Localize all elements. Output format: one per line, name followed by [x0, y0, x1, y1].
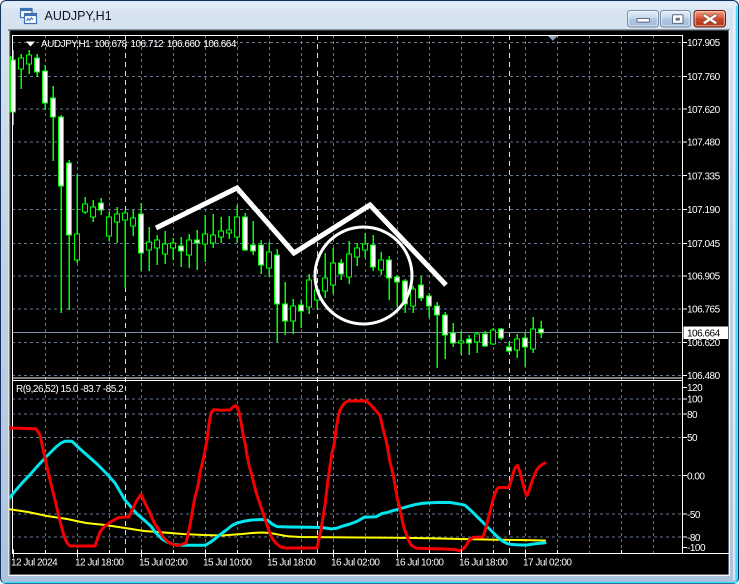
svg-text:106.905: 106.905 [687, 272, 721, 283]
svg-text:16 Jul 18:00: 16 Jul 18:00 [459, 558, 508, 569]
svg-text:0.00: 0.00 [687, 471, 705, 482]
svg-text:106.664: 106.664 [687, 329, 721, 340]
svg-text:15 Jul 10:00: 15 Jul 10:00 [203, 558, 252, 569]
svg-text:16 Jul 02:00: 16 Jul 02:00 [331, 558, 380, 569]
svg-text:107.335: 107.335 [687, 171, 721, 182]
svg-text:106.765: 106.765 [687, 305, 721, 316]
svg-text:16 Jul 10:00: 16 Jul 10:00 [395, 558, 444, 569]
svg-text:15 Jul 02:00: 15 Jul 02:00 [139, 558, 188, 569]
svg-text:107.045: 107.045 [687, 239, 721, 250]
svg-text:AUDJPY,H1 106.678 106.712 106.: AUDJPY,H1 106.678 106.712 106.660 106.66… [41, 39, 237, 50]
svg-text:AUDJPY,H1: AUDJPY,H1 [45, 9, 112, 23]
svg-text:12 Jul 18:00: 12 Jul 18:00 [75, 558, 124, 569]
svg-text:120: 120 [687, 383, 703, 394]
svg-text:107.905: 107.905 [687, 38, 721, 49]
svg-text:107.760: 107.760 [687, 72, 721, 83]
svg-text:17 Jul 02:00: 17 Jul 02:00 [523, 558, 572, 569]
svg-text:107.190: 107.190 [687, 205, 721, 216]
svg-text:106.620: 106.620 [687, 338, 721, 349]
svg-text:106.480: 106.480 [687, 371, 721, 382]
svg-text:R(9,26,52) 15.0 -83.7 -85.2: R(9,26,52) 15.0 -83.7 -85.2 [16, 384, 124, 395]
svg-text:15 Jul 18:00: 15 Jul 18:00 [267, 558, 316, 569]
svg-text:-50: -50 [687, 510, 701, 521]
svg-text:50: 50 [687, 433, 698, 444]
svg-text:-100: -100 [687, 543, 706, 554]
svg-text:12 Jul 2024: 12 Jul 2024 [11, 558, 58, 569]
svg-text:100: 100 [687, 395, 703, 406]
svg-text:107.480: 107.480 [687, 138, 721, 149]
svg-text:107.620: 107.620 [687, 105, 721, 116]
svg-text:80: 80 [687, 410, 698, 421]
